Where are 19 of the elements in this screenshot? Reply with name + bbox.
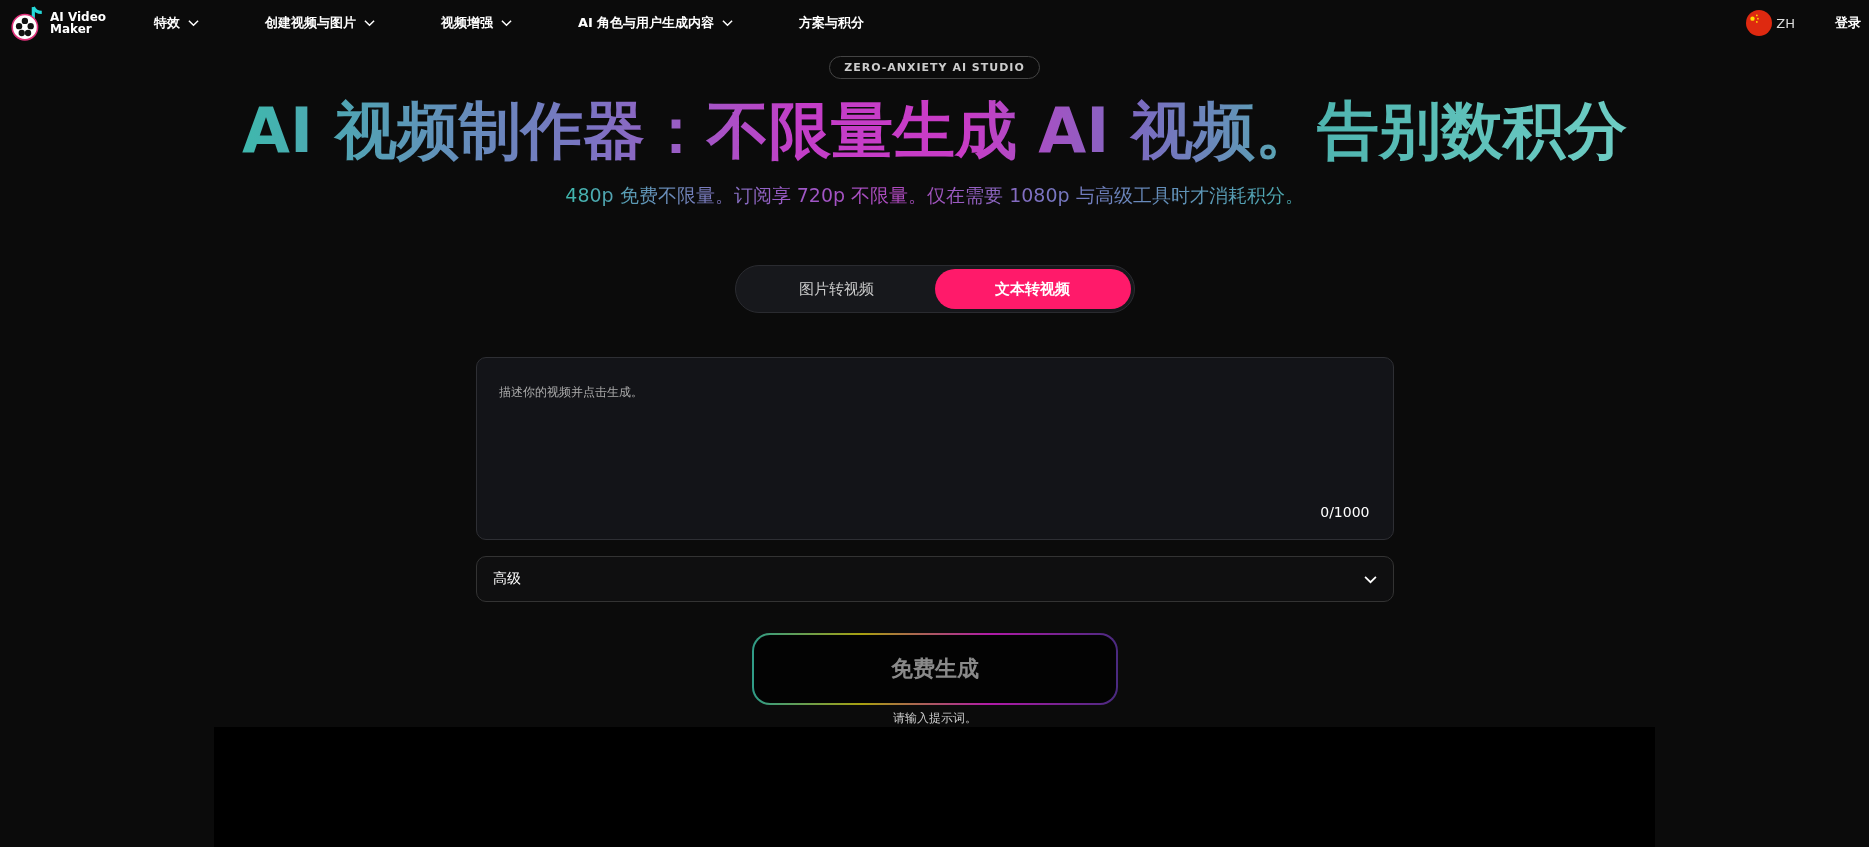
chevron-down-icon [188, 19, 199, 27]
chevron-down-icon [501, 19, 512, 27]
advanced-dropdown[interactable]: 高级 [475, 556, 1394, 602]
hint-text: 请输入提示词。 [892, 710, 977, 727]
logo-text[interactable]: AI Video Maker [50, 11, 107, 35]
language-selector[interactable]: ZH [1746, 10, 1795, 36]
nav-menu-item[interactable]: 特效 [154, 14, 199, 32]
login-link[interactable]: 登录 [1835, 14, 1861, 32]
chevron-down-icon [1363, 574, 1377, 584]
nav-menu-item[interactable]: 创建视频与图片 [265, 14, 375, 32]
mode-tab[interactable]: 文本转视频 [934, 269, 1131, 309]
nav-menu-item[interactable]: AI 角色与用户生成内容 [578, 14, 734, 32]
chevron-down-icon [722, 19, 734, 27]
mode-tab[interactable]: 图片转视频 [738, 269, 935, 309]
nav-menu-item[interactable]: 视频增强 [441, 14, 512, 32]
nav-menu-item[interactable]: 方案与积分 [799, 14, 865, 32]
character-counter: 0/1000 [1320, 504, 1370, 520]
chevron-down-icon [364, 19, 375, 27]
flag-icon [1746, 10, 1773, 36]
